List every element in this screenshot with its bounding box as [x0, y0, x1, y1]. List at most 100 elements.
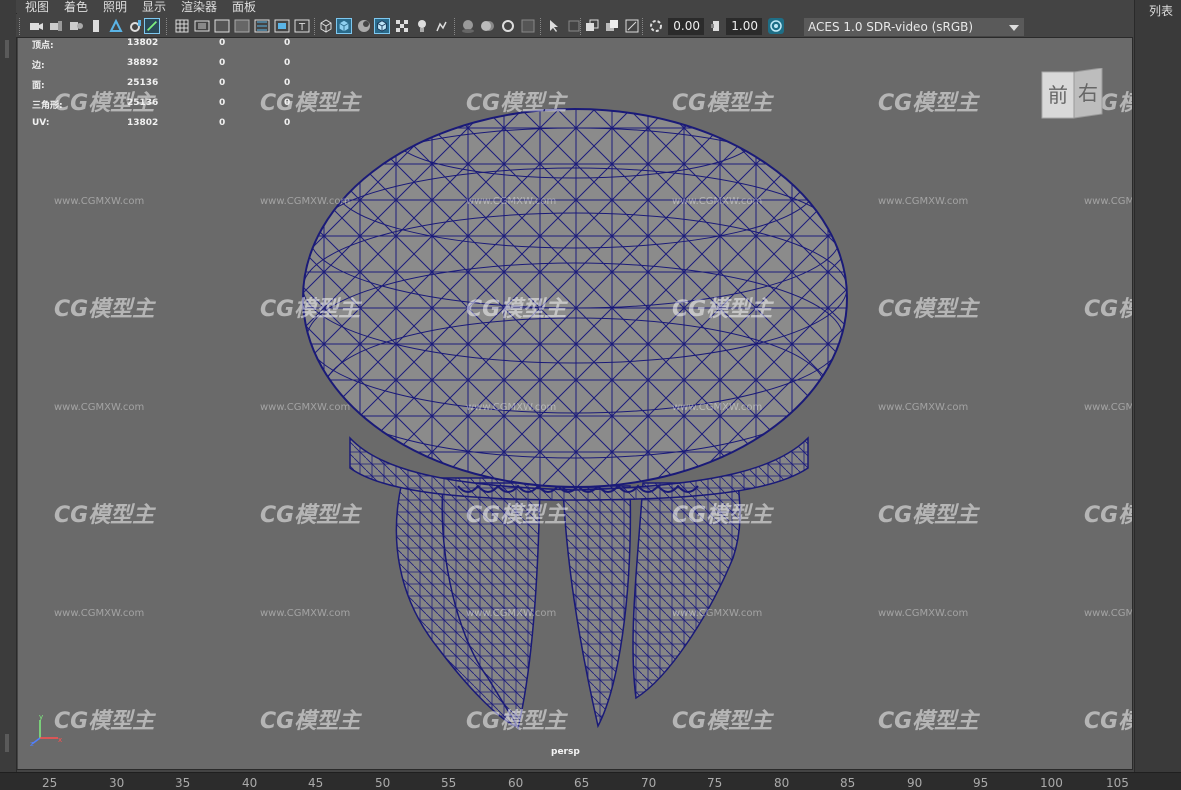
tentacle — [562, 485, 632, 729]
hud-tris: 0 — [284, 118, 291, 128]
watermark-logo: CG模型主 — [260, 503, 362, 528]
strip-handle[interactable] — [5, 40, 9, 58]
toolbar-separator — [540, 18, 543, 35]
color-space-dropdown[interactable]: ACES 1.0 SDR-video (sRGB) — [804, 18, 1024, 36]
shadows-icon[interactable] — [434, 18, 450, 34]
menu-panels[interactable]: 面板 — [232, 0, 256, 15]
watermark-logo: CG模型主 — [878, 709, 980, 734]
watermark-url: www.CGMXW.com — [878, 608, 968, 619]
hud-row-vertices: 顶点: 13802 0 0 — [32, 38, 302, 52]
watermark-logo: CG模型主 — [466, 91, 568, 116]
isolate-select-icon[interactable] — [546, 18, 562, 34]
gamma-field[interactable]: 1.00 — [726, 18, 762, 35]
hud-tris: 0 — [284, 58, 291, 68]
screen-space-ao-icon[interactable] — [460, 18, 476, 34]
field-chart-icon[interactable] — [254, 18, 270, 34]
menu-renderer[interactable]: 渲染器 — [181, 0, 217, 15]
color-space-value: ACES 1.0 SDR-video (sRGB) — [808, 20, 974, 34]
axis-gizmo: y x z — [30, 713, 62, 748]
camera-attributes-icon[interactable] — [48, 18, 64, 34]
depth-of-field-icon[interactable] — [520, 18, 536, 34]
wireframe-on-shaded-icon[interactable] — [374, 18, 390, 34]
toggle-hud-icon[interactable] — [624, 18, 640, 34]
safe-title-icon[interactable]: T — [294, 18, 310, 34]
z-axis-label: z — [30, 740, 34, 748]
smooth-shade-cube-icon[interactable] — [336, 18, 352, 34]
default-material-icon[interactable] — [356, 18, 372, 34]
xray-active-components-icon[interactable] — [604, 18, 620, 34]
strip-handle[interactable] — [5, 734, 9, 752]
hud-selected: 0 — [219, 58, 226, 68]
watermark-logo: CG模型主 — [878, 297, 980, 322]
xray-joints-icon[interactable] — [584, 18, 600, 34]
grid-icon[interactable] — [174, 18, 190, 34]
menu-view[interactable]: 视图 — [25, 0, 49, 15]
watermark-logo: CG模型主 — [672, 297, 774, 322]
time-slider[interactable]: 25 30 35 40 45 50 55 60 65 70 75 80 85 9… — [0, 772, 1181, 790]
toolbar-separator — [19, 18, 22, 35]
exposure-icon[interactable] — [648, 18, 664, 34]
svg-text:T: T — [298, 22, 306, 33]
maya-window: 视图 着色 照明 显示 渲染器 面板 T 0.00 1.00 ACES 1.0 … — [0, 0, 1181, 790]
bookmarks-icon[interactable] — [68, 18, 84, 34]
timeline-tick: 60 — [508, 776, 524, 790]
hud-total: 13802 — [127, 118, 159, 128]
timeline-tick: 55 — [441, 776, 457, 790]
watermark-url: www.CGMXW.com — [878, 196, 968, 207]
watermark-url: www.CGMXW.com — [466, 196, 556, 207]
multisample-aa-icon[interactable] — [500, 18, 516, 34]
hud-label: 三角形: — [32, 101, 63, 111]
jellyfish-wireframe-model: CG模型主 CG模型主 CG模型主 CG模型主 www.CGMXW.com www.CGM… — [54, 91, 1132, 734]
two-d-pan-zoom-icon[interactable] — [108, 18, 124, 34]
timeline-tick: 105 — [1106, 776, 1129, 790]
view-cube[interactable]: 前 右 — [1040, 68, 1104, 124]
hud-label: 顶点: — [32, 41, 54, 51]
hud-selected: 0 — [219, 78, 226, 88]
use-all-lights-icon[interactable] — [414, 18, 430, 34]
menu-shading[interactable]: 着色 — [64, 0, 88, 15]
watermark-logo: CG模型主 — [672, 709, 774, 734]
hud-label: UV: — [32, 118, 50, 128]
grease-pencil-icon[interactable] — [128, 18, 144, 34]
hud-total: 13802 — [127, 38, 159, 48]
watermark-url: www.CGMXW.com — [1084, 196, 1132, 207]
view-transform-icon[interactable] — [768, 18, 784, 34]
film-gate-icon[interactable] — [194, 18, 210, 34]
resolution-gate-icon[interactable] — [214, 18, 230, 34]
motion-blur-icon[interactable] — [480, 18, 496, 34]
image-plane-icon[interactable] — [88, 18, 104, 34]
textured-icon[interactable] — [394, 18, 410, 34]
timeline-tick: 50 — [375, 776, 391, 790]
wireframe-cube-icon[interactable] — [318, 18, 334, 34]
camera-select-icon[interactable] — [28, 18, 44, 34]
gate-mask-icon[interactable] — [234, 18, 250, 34]
gamma-icon[interactable] — [708, 18, 724, 34]
right-side-panel: 列表 — [1134, 0, 1181, 772]
timeline-tick: 80 — [774, 776, 790, 790]
watermark-logo: CG模型主 — [672, 91, 774, 116]
watermark-logo: CG模型主 — [878, 91, 980, 116]
hud-tris: 0 — [284, 98, 291, 108]
hud-total: 25136 — [127, 78, 159, 88]
timeline-tick: 30 — [109, 776, 125, 790]
menu-show[interactable]: 显示 — [142, 0, 166, 15]
pencil-tool-icon[interactable] — [144, 18, 160, 34]
menu-lighting[interactable]: 照明 — [103, 0, 127, 15]
watermark-logo: CG模型主 — [1084, 709, 1132, 734]
hud-label: 面: — [32, 81, 45, 91]
toolbar-separator — [454, 18, 457, 35]
hud-row-edges: 边: 38892 0 0 — [32, 58, 302, 72]
3d-viewport[interactable]: CG模型主 CG模型主 CG模型主 CG模型主 www.CGMXW.com www.CGM… — [18, 38, 1132, 769]
safe-action-icon[interactable] — [274, 18, 290, 34]
toolbar-separator — [580, 18, 583, 35]
watermark-logo: CG模型主 — [1084, 503, 1132, 528]
hud-total: 25136 — [127, 98, 159, 108]
exposure-field[interactable]: 0.00 — [668, 18, 704, 35]
hud-selected: 0 — [219, 38, 226, 48]
hud-selected: 0 — [219, 118, 226, 128]
watermark-url: www.CGMXW.com — [54, 402, 144, 413]
panel-list-tab[interactable]: 列表 — [1149, 2, 1173, 19]
watermark-url: www.CGMXW.com — [1084, 608, 1132, 619]
timeline-tick: 75 — [707, 776, 723, 790]
watermark-logo: CG模型主 — [878, 503, 980, 528]
